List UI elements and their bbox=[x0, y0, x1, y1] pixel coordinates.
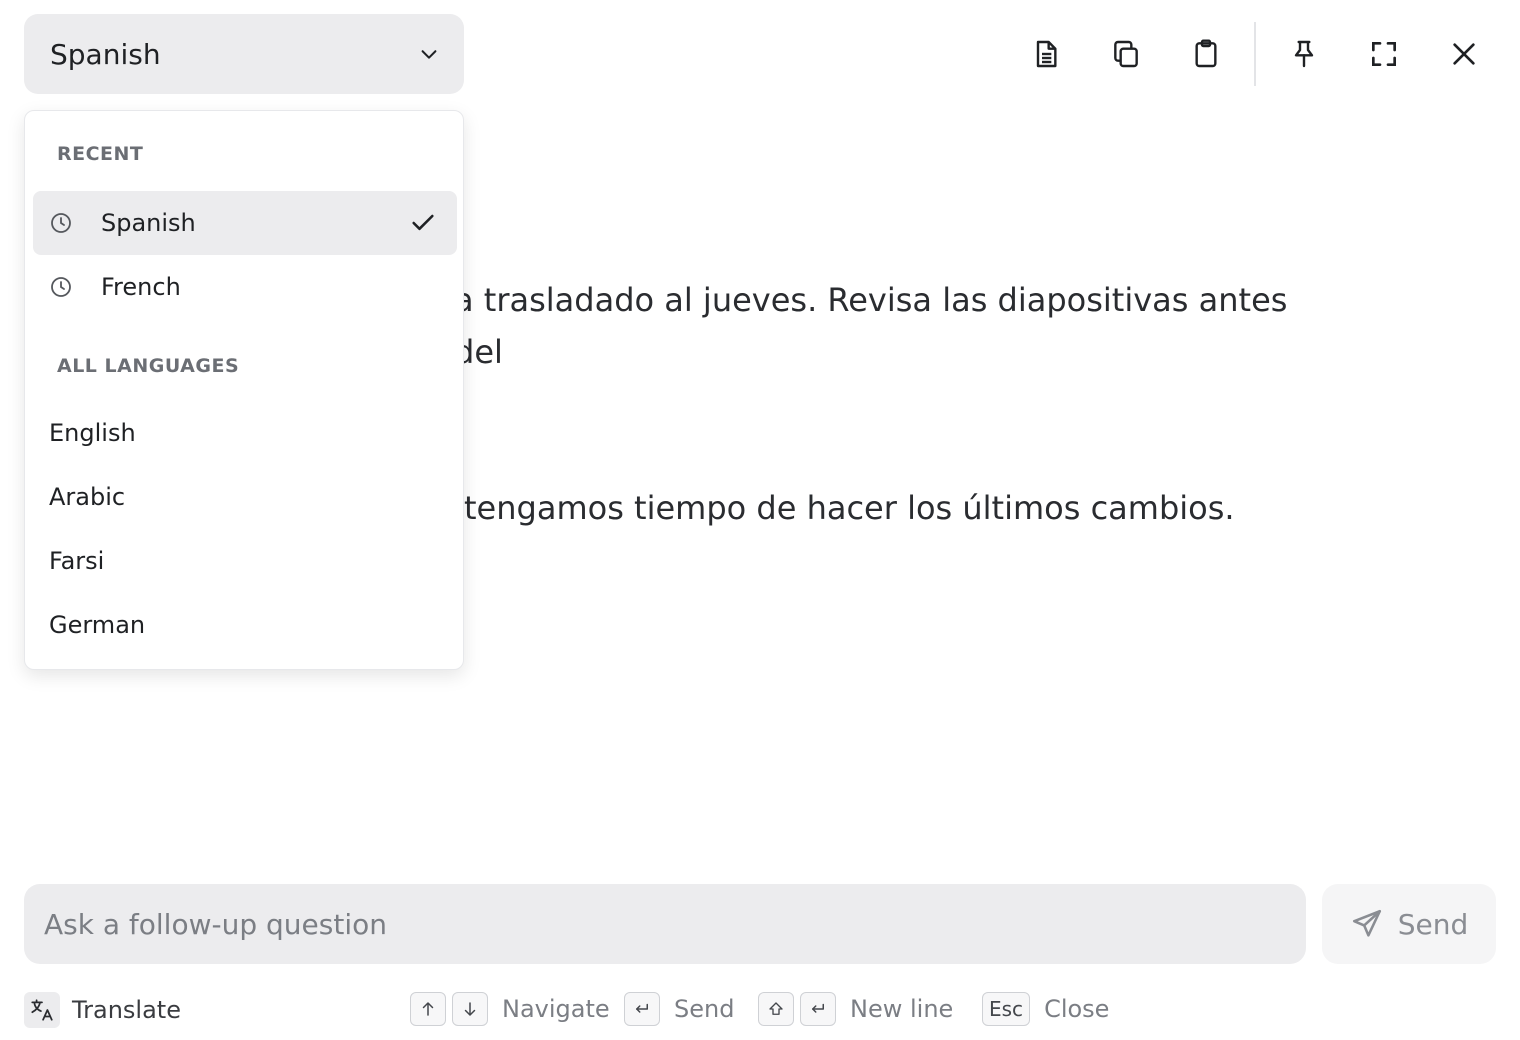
language-option-arabic[interactable]: Arabic bbox=[33, 465, 457, 529]
copy-button[interactable] bbox=[1094, 22, 1158, 86]
send-button-label: Send bbox=[1397, 907, 1469, 941]
document-icon bbox=[1036, 40, 1057, 68]
pin-icon bbox=[1294, 40, 1314, 68]
enter-icon bbox=[636, 1003, 648, 1013]
mode-selector[interactable]: Translate bbox=[24, 992, 181, 1028]
enter-key bbox=[800, 992, 836, 1026]
chevron-down-icon bbox=[421, 50, 437, 59]
language-option-label: Spanish bbox=[101, 209, 196, 237]
navigate-hint: Navigate bbox=[410, 992, 610, 1026]
language-option-label: Farsi bbox=[49, 547, 105, 575]
close-button[interactable] bbox=[1432, 22, 1496, 86]
new-line-hint-label: New line bbox=[850, 995, 954, 1023]
enter-key bbox=[624, 992, 660, 1026]
send-hint-label: Send bbox=[674, 995, 735, 1023]
clock-icon bbox=[51, 213, 71, 233]
close-hint-label: Close bbox=[1044, 995, 1110, 1023]
esc-key: Esc bbox=[982, 992, 1031, 1026]
enter-icon bbox=[812, 1003, 824, 1013]
shift-key bbox=[758, 992, 794, 1026]
language-select-value: Spanish bbox=[50, 37, 161, 71]
shift-icon bbox=[769, 1002, 783, 1015]
arrow-down-icon bbox=[464, 1002, 476, 1016]
language-option-spanish[interactable]: Spanish bbox=[33, 191, 457, 255]
arrow-down-key bbox=[452, 992, 488, 1026]
send-hint: Send bbox=[624, 992, 734, 1026]
language-option-label: German bbox=[49, 611, 146, 639]
toolbar bbox=[1000, 22, 1500, 86]
follow-up-input[interactable] bbox=[44, 907, 1286, 941]
arrow-up-icon bbox=[422, 1002, 434, 1016]
language-option-german[interactable]: German bbox=[33, 593, 457, 657]
language-option-label: French bbox=[101, 273, 181, 301]
translate-icon bbox=[24, 992, 60, 1028]
footer: Translate Navigate Send New line Esc Clo… bbox=[24, 988, 1504, 1032]
pin-button[interactable] bbox=[1272, 22, 1336, 86]
language-select[interactable]: Spanish bbox=[24, 14, 464, 94]
toolbar-divider bbox=[1254, 22, 1256, 86]
language-option-label: English bbox=[49, 419, 136, 447]
checkmark-icon bbox=[412, 214, 434, 231]
language-dropdown: RECENT Spanish French ALL LANGUAGES Engl… bbox=[24, 110, 464, 670]
language-option-label: Arabic bbox=[49, 483, 126, 511]
send-icon bbox=[1352, 909, 1381, 937]
arrow-up-key bbox=[410, 992, 446, 1026]
copy-icon bbox=[1114, 40, 1138, 68]
paste-button[interactable] bbox=[1174, 22, 1238, 86]
navigate-hint-label: Navigate bbox=[502, 995, 610, 1023]
clipboard-icon bbox=[1195, 39, 1217, 68]
close-hint: Esc Close bbox=[982, 992, 1109, 1026]
new-line-hint: New line bbox=[758, 992, 953, 1026]
fullscreen-button[interactable] bbox=[1352, 22, 1416, 86]
clock-icon bbox=[51, 277, 71, 297]
language-option-english[interactable]: English bbox=[33, 401, 457, 465]
all-languages-section-label: ALL LANGUAGES bbox=[57, 355, 240, 377]
language-option-farsi[interactable]: Farsi bbox=[33, 529, 457, 593]
follow-up-composer bbox=[24, 884, 1306, 964]
send-button[interactable]: Send bbox=[1322, 884, 1496, 964]
document-button[interactable] bbox=[1014, 22, 1078, 86]
recent-section-label: RECENT bbox=[57, 143, 144, 165]
mode-label: Translate bbox=[72, 996, 181, 1024]
close-icon bbox=[1453, 43, 1475, 65]
fullscreen-icon bbox=[1372, 42, 1396, 66]
language-option-french[interactable]: French bbox=[33, 255, 457, 319]
